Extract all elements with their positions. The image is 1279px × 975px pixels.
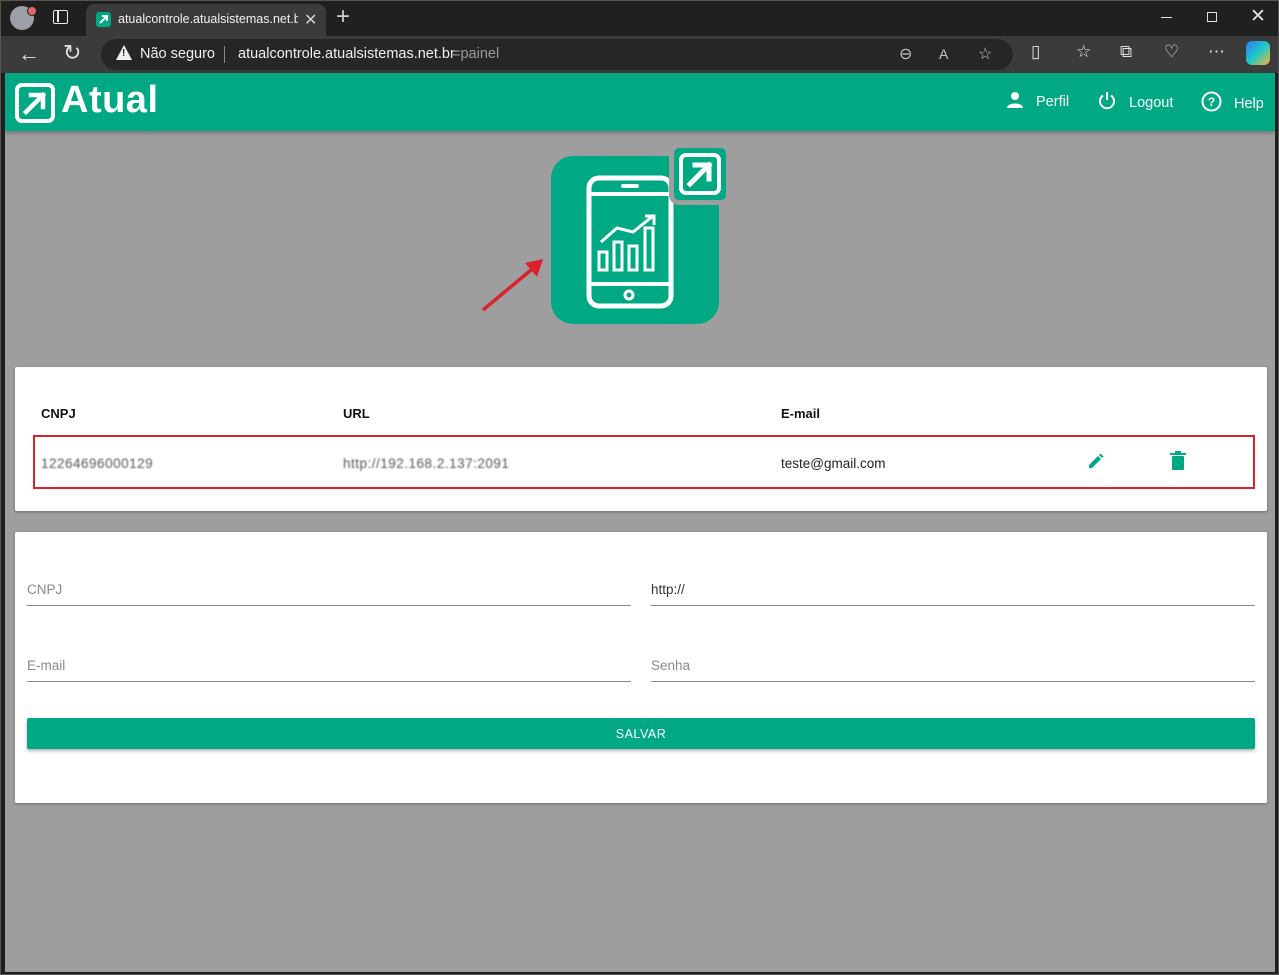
tab-title: atualcontrole.atualsistemas.net.br <box>118 12 298 26</box>
logo-text[interactable]: Atual <box>61 79 159 122</box>
registration-form: SALVAR <box>15 532 1267 803</box>
annotation-arrow <box>475 255 555 320</box>
read-aloud-icon[interactable]: A <box>939 46 948 62</box>
more-menu-icon[interactable]: ⋯ <box>1208 42 1225 62</box>
nav-perfil[interactable]: Perfil <box>1006 91 1069 113</box>
senha-field <box>651 646 1255 682</box>
browser-tab-strip: atualcontrole.atualsistemas.net.br ✕ + ✕ <box>0 0 1279 36</box>
svg-text:?: ? <box>1208 95 1215 109</box>
reload-icon[interactable]: ↻ <box>63 40 81 66</box>
column-header-email: E-mail <box>781 406 821 421</box>
url-input[interactable] <box>651 570 1255 597</box>
nav-perfil-label: Perfil <box>1036 94 1070 110</box>
email-field <box>27 646 631 682</box>
nav-help-label: Help <box>1234 95 1264 112</box>
favorites-icon[interactable]: ☆ <box>1076 42 1091 62</box>
split-screen-icon[interactable]: ▯ <box>1031 42 1040 62</box>
nav-logout[interactable]: Logout <box>1097 91 1173 115</box>
security-label[interactable]: Não seguro <box>140 46 215 62</box>
maximize-icon[interactable] <box>1207 12 1217 22</box>
favorite-star-icon[interactable]: ☆ <box>978 44 992 64</box>
trash-icon <box>1170 451 1186 470</box>
warning-icon <box>116 45 132 60</box>
tab-favicon-icon <box>96 12 111 27</box>
delete-button[interactable] <box>1170 451 1186 476</box>
copilot-icon[interactable] <box>1246 41 1270 65</box>
nav-help[interactable]: ? Help <box>1201 91 1264 116</box>
column-header-cnpj: CNPJ <box>41 406 76 421</box>
minimize-icon[interactable] <box>1161 17 1172 18</box>
browser-tab[interactable]: atualcontrole.atualsistemas.net.br ✕ <box>86 4 326 36</box>
collections-icon[interactable]: ⧉ <box>1120 42 1132 62</box>
edit-button[interactable] <box>1086 451 1106 476</box>
page-content: Atual Perfil Logout ? Help CNPJ URL E-ma… <box>5 73 1275 972</box>
save-button[interactable]: SALVAR <box>27 718 1255 749</box>
back-icon[interactable]: ← <box>18 41 40 67</box>
help-icon: ? <box>1201 91 1222 116</box>
cell-cnpj: 12264696000129 <box>41 456 154 471</box>
cnpj-field <box>27 570 631 606</box>
table-row-highlight <box>33 435 1255 489</box>
tab-actions-icon[interactable] <box>53 10 68 24</box>
logo-icon[interactable] <box>15 83 55 123</box>
registrations-table: CNPJ URL E-mail 12264696000129 http://19… <box>15 367 1267 511</box>
power-icon <box>1097 91 1117 115</box>
senha-input[interactable] <box>651 646 1255 673</box>
url-field <box>651 570 1255 606</box>
app-header: Atual Perfil Logout ? Help <box>5 73 1275 131</box>
cnpj-input[interactable] <box>27 570 631 597</box>
new-tab-button[interactable]: + <box>336 3 350 31</box>
zoom-icon[interactable]: ⊖ <box>899 44 912 64</box>
pencil-icon <box>1089 453 1104 468</box>
atual-badge-icon <box>669 143 731 205</box>
url-path[interactable]: =painel <box>452 46 499 62</box>
address-divider <box>224 46 225 63</box>
window-close-icon[interactable]: ✕ <box>1250 5 1266 28</box>
profile-avatar[interactable] <box>10 6 37 30</box>
browser-essentials-icon[interactable]: ♡ <box>1164 42 1179 62</box>
column-header-url: URL <box>343 406 370 421</box>
cell-url: http://192.168.2.137:2091 <box>343 456 510 471</box>
nav-logout-label: Logout <box>1129 95 1174 111</box>
email-input[interactable] <box>27 646 631 673</box>
cell-email: teste@gmail.com <box>781 456 886 471</box>
url-host[interactable]: atualcontrole.atualsistemas.net.br <box>238 46 455 62</box>
person-icon <box>1006 91 1024 113</box>
address-bar[interactable]: Não seguro atualcontrole.atualsistemas.n… <box>101 39 1013 70</box>
tab-close-icon[interactable]: ✕ <box>304 10 317 30</box>
